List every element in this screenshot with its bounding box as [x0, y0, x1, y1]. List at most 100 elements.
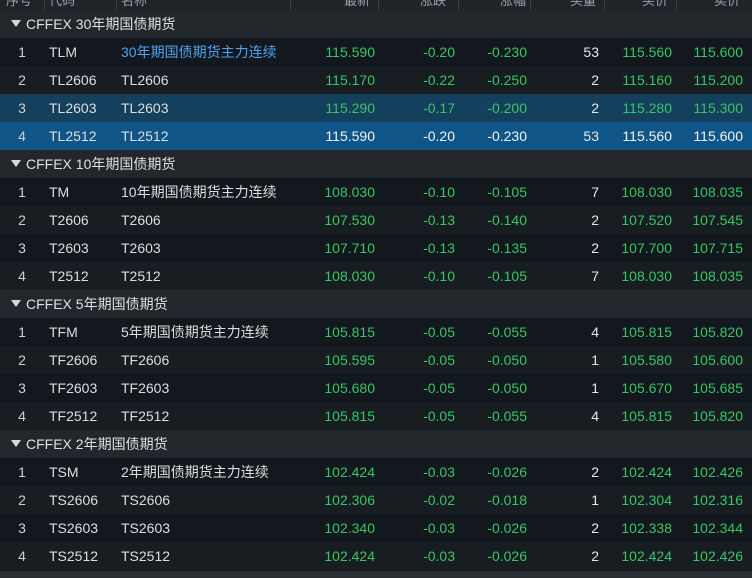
table-row[interactable]: 2 T2606 T2606 107.530 -0.13 -0.140 2 107.520 107… — [0, 206, 752, 234]
ask-price: 102.344 — [692, 520, 743, 536]
change-percent: -0.026 — [487, 520, 527, 536]
header-index[interactable]: 序号 — [6, 0, 32, 10]
bid-volume: 2 — [591, 72, 599, 88]
contract-name: TL2512 — [121, 128, 169, 144]
group-header[interactable]: CFFEX 10年期国债期货 — [0, 150, 752, 179]
header-name[interactable]: 名称 — [121, 0, 147, 10]
contract-code: T2512 — [49, 268, 89, 284]
group-title: CFFEX 10年期国债期货 — [26, 156, 176, 172]
row-index: 4 — [18, 548, 26, 564]
collapse-triangle-icon[interactable] — [11, 440, 21, 447]
price-change: -0.05 — [423, 380, 455, 396]
header-divider[interactable] — [458, 0, 459, 10]
header-bid[interactable]: 买价 — [642, 0, 668, 10]
change-percent: -0.250 — [487, 72, 527, 88]
table-row[interactable]: 1 TSM 2年期国债期货主力连续 102.424 -0.03 -0.026 2 102.42… — [0, 458, 752, 486]
table-row[interactable]: 3 TL2603 TL2603 115.290 -0.17 -0.200 2 115.280 1… — [0, 94, 752, 122]
contract-code: T2603 — [49, 240, 89, 256]
price-change: -0.03 — [423, 548, 455, 564]
change-percent: -0.050 — [487, 352, 527, 368]
bid-volume: 2 — [591, 520, 599, 536]
ask-price: 115.300 — [693, 100, 743, 116]
price-change: -0.13 — [423, 240, 455, 256]
bid-price: 107.520 — [621, 212, 672, 228]
contract-code: TFM — [49, 324, 78, 340]
price-change: -0.10 — [423, 268, 455, 284]
header-pct[interactable]: 涨幅 — [500, 0, 526, 10]
price-change: -0.20 — [423, 44, 455, 60]
contract-name: T2606 — [121, 212, 161, 228]
header-volume[interactable]: 买量 — [570, 0, 596, 10]
table-row[interactable]: 2 TS2606 TS2606 102.306 -0.02 -0.018 1 102.304 1… — [0, 486, 752, 514]
last-price: 102.424 — [324, 464, 375, 480]
row-index: 2 — [18, 72, 26, 88]
change-percent: -0.026 — [487, 464, 527, 480]
table-row[interactable]: 4 TS2512 TS2512 102.424 -0.03 -0.026 2 102.424 1… — [0, 542, 752, 570]
table-row[interactable]: 4 TF2512 TF2512 105.815 -0.05 -0.055 4 105.815 1… — [0, 402, 752, 430]
bid-volume: 1 — [591, 492, 599, 508]
table-row[interactable]: 1 TM 10年期国债期货主力连续 108.030 -0.10 -0.105 7 108.03… — [0, 178, 752, 206]
header-divider[interactable] — [116, 0, 117, 10]
change-percent: -0.055 — [487, 408, 527, 424]
row-index: 1 — [18, 464, 26, 480]
last-price: 115.590 — [325, 44, 375, 60]
table-row[interactable]: 1 TFM 5年期国债期货主力连续 105.815 -0.05 -0.055 4 105.81… — [0, 318, 752, 346]
row-index: 3 — [18, 240, 26, 256]
bid-volume: 53 — [583, 44, 599, 60]
collapse-triangle-icon[interactable] — [11, 300, 21, 307]
header-divider[interactable] — [44, 0, 45, 10]
contract-code: TSM — [49, 464, 79, 480]
change-percent: -0.105 — [487, 184, 527, 200]
group-header[interactable]: CFFEX 2年期国债期货 — [0, 430, 752, 459]
table-row[interactable]: 3 TS2603 TS2603 102.340 -0.03 -0.026 2 102.338 1… — [0, 514, 752, 542]
price-change: -0.03 — [423, 520, 455, 536]
contract-name: TF2606 — [121, 352, 170, 368]
bid-price: 115.560 — [622, 128, 672, 144]
header-divider[interactable] — [290, 0, 291, 10]
group-header[interactable]: CFFEX 5年期国债期货 — [0, 290, 752, 319]
ask-price: 115.200 — [693, 72, 743, 88]
header-change[interactable]: 涨跌 — [420, 0, 446, 10]
change-percent: -0.018 — [487, 492, 527, 508]
contract-name: T2603 — [121, 240, 161, 256]
header-divider[interactable] — [378, 0, 379, 10]
group-title: CFFEX 5年期国债期货 — [26, 296, 168, 312]
table-row[interactable]: 3 T2603 T2603 107.710 -0.13 -0.135 2 107.700 107… — [0, 234, 752, 262]
collapse-triangle-icon[interactable] — [11, 20, 21, 27]
contract-code: TF2606 — [49, 352, 98, 368]
bid-volume: 2 — [591, 548, 599, 564]
last-price: 115.590 — [325, 128, 375, 144]
price-change: -0.20 — [423, 128, 455, 144]
row-index: 1 — [18, 324, 26, 340]
header-divider[interactable] — [604, 0, 605, 10]
contract-name: TF2603 — [121, 380, 170, 396]
group-header[interactable]: CFFEX 30年期国债期货 — [0, 10, 752, 39]
table-row[interactable]: 1 TLM 30年期国债期货主力连续 115.590 -0.20 -0.230 53 115.… — [0, 38, 752, 66]
contract-code: TF2603 — [49, 380, 98, 396]
change-percent: -0.140 — [487, 212, 527, 228]
ask-price: 115.600 — [693, 128, 743, 144]
contract-code: TLM — [49, 44, 77, 60]
bid-volume: 4 — [591, 408, 599, 424]
collapse-triangle-icon[interactable] — [11, 160, 21, 167]
last-price: 108.030 — [324, 184, 375, 200]
change-percent: -0.230 — [487, 44, 527, 60]
ask-price: 105.685 — [692, 380, 743, 396]
table-row[interactable]: 2 TL2606 TL2606 115.170 -0.22 -0.250 2 115.160 1… — [0, 66, 752, 94]
header-last[interactable]: 最新 — [344, 0, 370, 10]
table-row[interactable]: 4 T2512 T2512 108.030 -0.10 -0.105 7 108.030 108… — [0, 262, 752, 290]
horizontal-scrollbar[interactable] — [0, 571, 752, 578]
header-divider[interactable] — [676, 0, 677, 10]
last-price: 102.424 — [324, 548, 375, 564]
contract-name: TS2603 — [121, 520, 171, 536]
table-row[interactable]: 2 TF2606 TF2606 105.595 -0.05 -0.050 1 105.580 1… — [0, 346, 752, 374]
table-row[interactable]: 4 TL2512 TL2512 115.590 -0.20 -0.230 53 115.560… — [0, 122, 752, 150]
quote-board: 序号 代码 名称 最新 涨跌 涨幅 买量 买价 卖价 CFFEX 30年期国债期… — [0, 0, 752, 578]
bid-volume: 2 — [591, 100, 599, 116]
bid-price: 105.670 — [621, 380, 672, 396]
header-code[interactable]: 代码 — [49, 0, 75, 10]
header-divider[interactable] — [530, 0, 531, 10]
table-row[interactable]: 3 TF2603 TF2603 105.680 -0.05 -0.050 1 105.670 1… — [0, 374, 752, 402]
bid-volume: 53 — [583, 128, 599, 144]
header-ask[interactable]: 卖价 — [714, 0, 740, 10]
